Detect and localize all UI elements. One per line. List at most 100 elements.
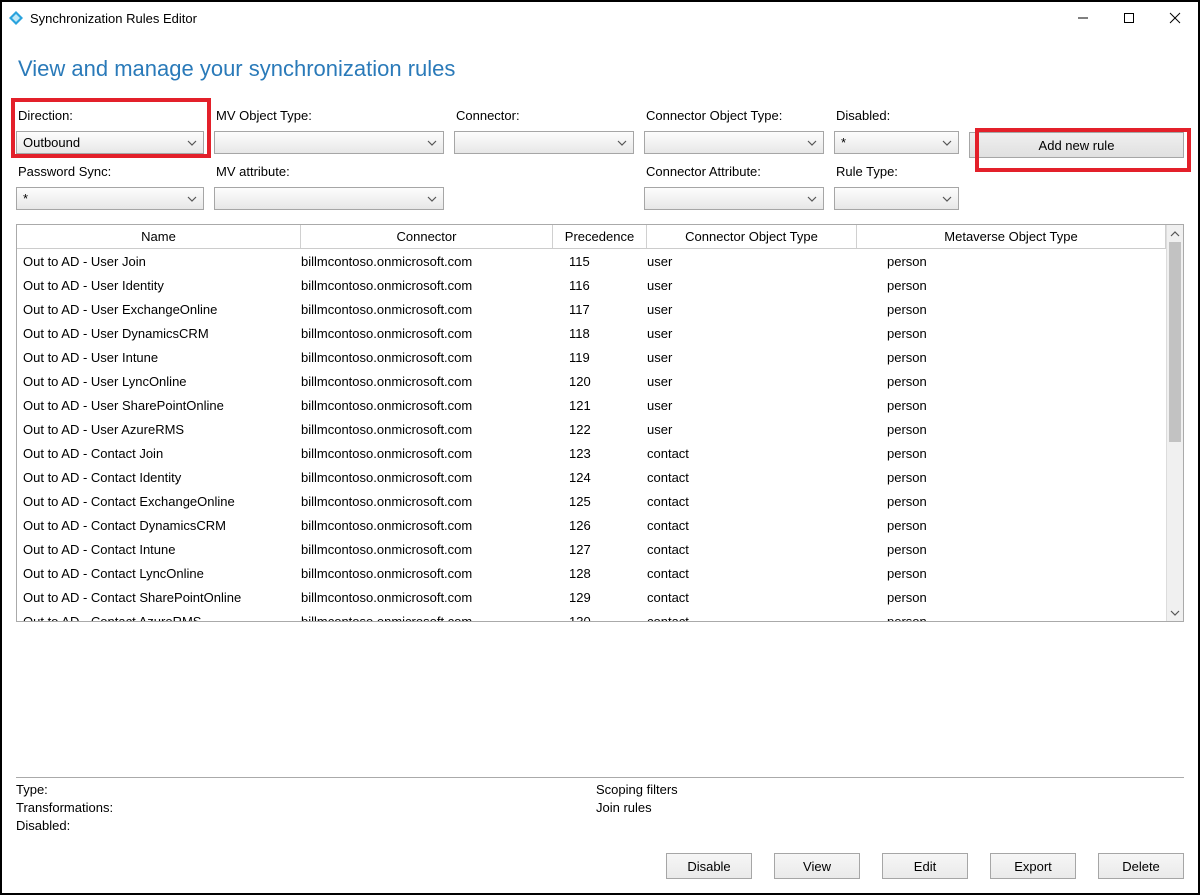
cell-name: Out to AD - User Join xyxy=(17,254,301,269)
cell-conn-object-type: user xyxy=(647,326,857,341)
cell-precedence: 127 xyxy=(553,542,647,557)
cell-connector: billmcontoso.onmicrosoft.com xyxy=(301,326,553,341)
table-row[interactable]: Out to AD - User LyncOnlinebillmcontoso.… xyxy=(17,369,1183,393)
scroll-track[interactable] xyxy=(1167,242,1183,604)
combo-conn-attribute[interactable] xyxy=(644,187,824,210)
th-precedence[interactable]: Precedence xyxy=(553,225,647,248)
scroll-thumb[interactable] xyxy=(1169,242,1181,442)
cell-precedence: 121 xyxy=(553,398,647,413)
cell-name: Out to AD - Contact LyncOnline xyxy=(17,566,301,581)
cell-conn-object-type: contact xyxy=(647,518,857,533)
table-row[interactable]: Out to AD - Contact DynamicsCRMbillmcont… xyxy=(17,513,1183,537)
disable-button[interactable]: Disable xyxy=(666,853,752,879)
cell-precedence: 118 xyxy=(553,326,647,341)
combo-value: * xyxy=(841,135,846,150)
cell-mv-object-type: person xyxy=(857,422,1166,437)
th-mot[interactable]: Metaverse Object Type xyxy=(857,225,1166,248)
cell-mv-object-type: person xyxy=(857,398,1166,413)
export-button[interactable]: Export xyxy=(990,853,1076,879)
combo-disabled[interactable]: * xyxy=(834,131,959,154)
chevron-down-icon xyxy=(425,192,439,206)
cell-connector: billmcontoso.onmicrosoft.com xyxy=(301,254,553,269)
chevron-down-icon xyxy=(425,136,439,150)
label-mv-attribute: MV attribute: xyxy=(214,164,444,181)
chevron-down-icon xyxy=(805,192,819,206)
table-row[interactable]: Out to AD - Contact ExchangeOnlinebillmc… xyxy=(17,489,1183,513)
table-row[interactable]: Out to AD - Contact Intunebillmcontoso.o… xyxy=(17,537,1183,561)
table-row[interactable]: Out to AD - User ExchangeOnlinebillmcont… xyxy=(17,297,1183,321)
cell-connector: billmcontoso.onmicrosoft.com xyxy=(301,422,553,437)
cell-conn-object-type: contact xyxy=(647,542,857,557)
rules-table: Name Connector Precedence Connector Obje… xyxy=(16,224,1184,622)
label-connector: Connector: xyxy=(454,108,634,125)
table-row[interactable]: Out to AD - User Joinbillmcontoso.onmicr… xyxy=(17,249,1183,273)
cell-precedence: 123 xyxy=(553,446,647,461)
label-direction: Direction: xyxy=(16,108,204,125)
app-window: Synchronization Rules Editor View and ma… xyxy=(0,0,1200,895)
chevron-down-icon xyxy=(615,136,629,150)
add-new-rule-button[interactable]: Add new rule xyxy=(969,132,1184,158)
cell-conn-object-type: user xyxy=(647,302,857,317)
cell-precedence: 130 xyxy=(553,614,647,622)
delete-button[interactable]: Delete xyxy=(1098,853,1184,879)
cell-name: Out to AD - User DynamicsCRM xyxy=(17,326,301,341)
combo-rule-type[interactable] xyxy=(834,187,959,210)
th-cot[interactable]: Connector Object Type xyxy=(647,225,857,248)
cell-conn-object-type: user xyxy=(647,254,857,269)
label-mv-object-type: MV Object Type: xyxy=(214,108,444,125)
cell-connector: billmcontoso.onmicrosoft.com xyxy=(301,302,553,317)
table-row[interactable]: Out to AD - Contact SharePointOnlinebill… xyxy=(17,585,1183,609)
table-row[interactable]: Out to AD - Contact AzureRMSbillmcontoso… xyxy=(17,609,1183,621)
combo-direction[interactable]: Outbound xyxy=(16,131,204,154)
table-row[interactable]: Out to AD - Contact Identitybillmcontoso… xyxy=(17,465,1183,489)
cell-mv-object-type: person xyxy=(857,302,1166,317)
cell-conn-object-type: contact xyxy=(647,446,857,461)
vertical-scrollbar[interactable] xyxy=(1166,225,1183,621)
combo-password-sync[interactable]: * xyxy=(16,187,204,210)
cell-name: Out to AD - User AzureRMS xyxy=(17,422,301,437)
cell-connector: billmcontoso.onmicrosoft.com xyxy=(301,374,553,389)
table-row[interactable]: Out to AD - Contact Joinbillmcontoso.onm… xyxy=(17,441,1183,465)
table-row[interactable]: Out to AD - Contact LyncOnlinebillmconto… xyxy=(17,561,1183,585)
edit-button[interactable]: Edit xyxy=(882,853,968,879)
label-conn-attribute: Connector Attribute: xyxy=(644,164,824,181)
th-name[interactable]: Name xyxy=(17,225,301,248)
cell-connector: billmcontoso.onmicrosoft.com xyxy=(301,494,553,509)
combo-connector[interactable] xyxy=(454,131,634,154)
cell-conn-object-type: contact xyxy=(647,614,857,622)
close-button[interactable] xyxy=(1152,2,1198,34)
chevron-down-icon xyxy=(185,192,199,206)
table-row[interactable]: Out to AD - User Intunebillmcontoso.onmi… xyxy=(17,345,1183,369)
th-connector[interactable]: Connector xyxy=(301,225,553,248)
maximize-button[interactable] xyxy=(1106,2,1152,34)
cell-precedence: 128 xyxy=(553,566,647,581)
cell-connector: billmcontoso.onmicrosoft.com xyxy=(301,398,553,413)
cell-connector: billmcontoso.onmicrosoft.com xyxy=(301,542,553,557)
cell-precedence: 122 xyxy=(553,422,647,437)
combo-conn-object-type[interactable] xyxy=(644,131,824,154)
minimize-button[interactable] xyxy=(1060,2,1106,34)
table-row[interactable]: Out to AD - User AzureRMSbillmcontoso.on… xyxy=(17,417,1183,441)
cell-mv-object-type: person xyxy=(857,470,1166,485)
combo-mv-object-type[interactable] xyxy=(214,131,444,154)
cell-connector: billmcontoso.onmicrosoft.com xyxy=(301,278,553,293)
detail-scoping-filters: Scoping filters xyxy=(596,781,1184,799)
cell-name: Out to AD - User Intune xyxy=(17,350,301,365)
combo-mv-attribute[interactable] xyxy=(214,187,444,210)
table-row[interactable]: Out to AD - User Identitybillmcontoso.on… xyxy=(17,273,1183,297)
scroll-down-icon[interactable] xyxy=(1167,604,1183,621)
cell-name: Out to AD - Contact AzureRMS xyxy=(17,614,301,622)
cell-connector: billmcontoso.onmicrosoft.com xyxy=(301,446,553,461)
scroll-up-icon[interactable] xyxy=(1167,225,1183,242)
cell-conn-object-type: user xyxy=(647,398,857,413)
cell-conn-object-type: user xyxy=(647,278,857,293)
chevron-down-icon xyxy=(805,136,819,150)
table-row[interactable]: Out to AD - User DynamicsCRMbillmcontoso… xyxy=(17,321,1183,345)
table-row[interactable]: Out to AD - User SharePointOnlinebillmco… xyxy=(17,393,1183,417)
cell-name: Out to AD - User ExchangeOnline xyxy=(17,302,301,317)
view-button[interactable]: View xyxy=(774,853,860,879)
cell-conn-object-type: user xyxy=(647,422,857,437)
cell-connector: billmcontoso.onmicrosoft.com xyxy=(301,518,553,533)
cell-mv-object-type: person xyxy=(857,590,1166,605)
app-icon xyxy=(8,10,24,26)
